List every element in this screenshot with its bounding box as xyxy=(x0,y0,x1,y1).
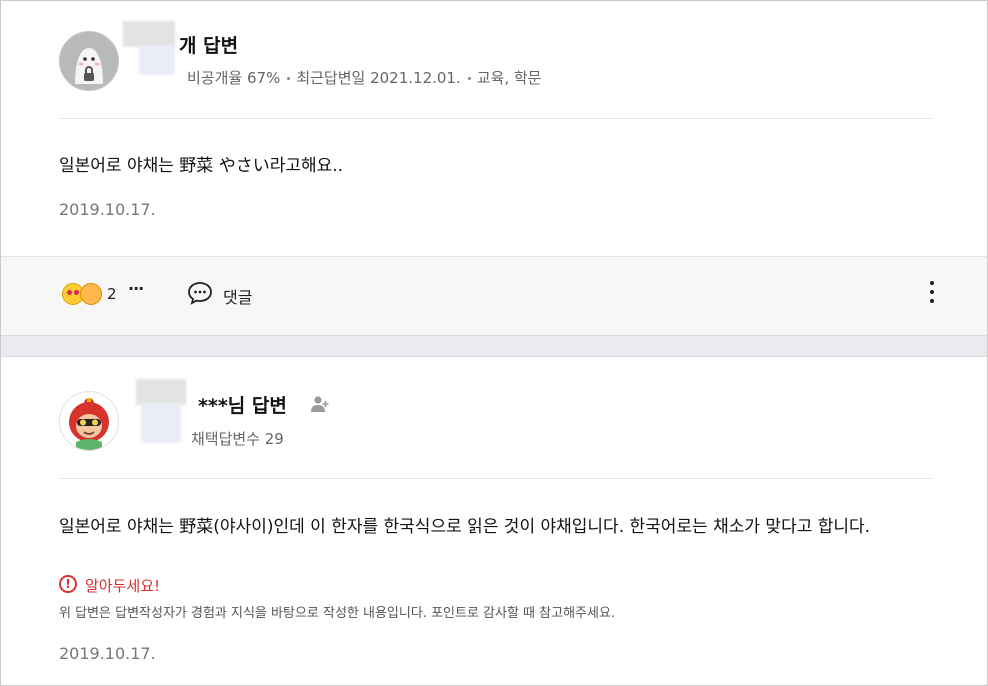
divider xyxy=(59,118,933,119)
avatar-locked[interactable] xyxy=(59,31,119,91)
separator-dot xyxy=(467,77,471,80)
answer-body: 일본어로 야채는 野菜(야사이)인데 이 한자를 한국식으로 읽은 것이 야채입… xyxy=(59,517,871,537)
notice-text: 위 답변은 답변작성자가 경험과 지식을 바탕으로 작성한 내용입니다. 포인트… xyxy=(59,606,616,621)
shy-emoji-icon[interactable] xyxy=(80,283,102,305)
answer-date: 2019.10.17. xyxy=(59,200,156,219)
locked-ghost-icon xyxy=(60,32,118,90)
notice-title: 알아두세요! xyxy=(85,577,161,595)
comment-button[interactable]: 댓글 xyxy=(223,284,252,308)
private-rate: 비공개율 67% xyxy=(187,69,281,87)
blurred-username xyxy=(123,21,175,47)
speech-bubble-icon[interactable] xyxy=(187,281,213,305)
character-avatar-icon xyxy=(60,392,118,450)
divider xyxy=(59,478,933,479)
recent-answer-date: 최근답변일 2021.12.01. xyxy=(296,69,461,87)
answers-panel: 개 답변 비공개율 67% 최근답변일 2021.12.01. 교육, 학문 일본어… xyxy=(0,0,988,686)
warning-icon: ! xyxy=(59,575,77,593)
blurred-username xyxy=(136,379,186,405)
vertical-dots-icon[interactable] xyxy=(929,281,935,307)
blurred-username xyxy=(141,403,181,443)
answer-title[interactable]: ***님 답변 xyxy=(198,391,287,418)
reaction-bar: 2 ··· 댓글 xyxy=(1,256,987,335)
separator-dot xyxy=(287,77,291,80)
blurred-username xyxy=(139,45,175,75)
section-gap xyxy=(1,335,987,357)
answer-meta: 채택답변수 29 xyxy=(191,430,284,448)
more-reactions-button[interactable]: ··· xyxy=(128,279,144,298)
category: 교육, 학문 xyxy=(476,69,542,87)
answer-body: 일본어로 야채는 野菜 やさい라고해요.. xyxy=(59,156,344,176)
answer-title[interactable]: 개 답변 xyxy=(179,31,238,58)
avatar-character[interactable] xyxy=(59,391,119,451)
answer-date: 2019.10.17. xyxy=(59,644,156,663)
follow-user-icon[interactable] xyxy=(310,395,330,413)
answer-meta: 비공개율 67% 최근답변일 2021.12.01. 교육, 학문 xyxy=(187,67,541,88)
reaction-count[interactable]: 2 xyxy=(107,285,117,303)
